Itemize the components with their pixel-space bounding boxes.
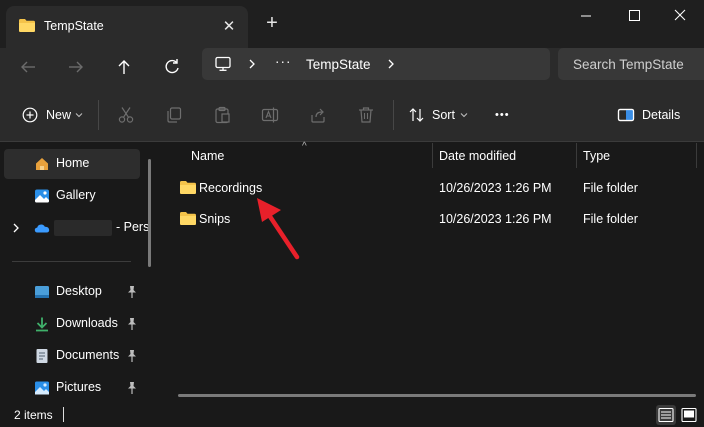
sort-label: Sort xyxy=(432,108,455,122)
desktop-icon xyxy=(35,286,49,298)
chevron-right-icon[interactable] xyxy=(387,59,395,69)
command-bar: New Sort ••• Details xyxy=(0,84,704,142)
search-input[interactable]: Search TempState xyxy=(558,48,704,80)
account-name-redacted xyxy=(54,220,112,236)
list-view-icon xyxy=(658,407,674,423)
sort-icon xyxy=(409,108,424,122)
more-options-button[interactable]: ••• xyxy=(495,103,510,127)
back-icon[interactable] xyxy=(15,54,41,80)
details-button[interactable]: Details xyxy=(617,103,680,127)
maximize-icon[interactable] xyxy=(614,6,654,26)
new-button[interactable]: New xyxy=(22,103,83,127)
breadcrumb-overflow[interactable]: ··· xyxy=(275,54,292,69)
chevron-down-icon xyxy=(75,113,83,118)
chevron-right-icon[interactable] xyxy=(248,59,256,69)
sidebar-item-home[interactable]: Home xyxy=(4,149,140,179)
folder-icon xyxy=(180,212,196,225)
new-tab-button[interactable]: + xyxy=(262,13,282,33)
onedrive-icon xyxy=(34,224,50,233)
navigation-pane: Home Gallery - Pers Desktop Downloads Do… xyxy=(0,143,158,403)
copy-icon[interactable] xyxy=(165,106,183,124)
close-icon[interactable] xyxy=(660,6,700,26)
sidebar-item-label: Documents xyxy=(56,348,120,362)
sidebar-item-downloads[interactable]: Downloads xyxy=(4,309,140,339)
file-date: 10/26/2023 1:26 PM xyxy=(439,181,552,195)
sidebar-item-pictures[interactable]: Pictures xyxy=(4,373,140,403)
toolbar-divider xyxy=(98,100,99,130)
up-icon[interactable] xyxy=(111,54,137,80)
sidebar-item-gallery[interactable]: Gallery xyxy=(4,181,140,211)
minimize-icon[interactable] xyxy=(566,6,606,26)
file-name: Snips xyxy=(199,212,231,226)
new-label: New xyxy=(46,108,72,122)
folder-icon xyxy=(19,19,35,32)
sidebar-item-documents[interactable]: Documents xyxy=(4,341,140,371)
folder-icon xyxy=(180,181,196,194)
pin-icon[interactable] xyxy=(126,381,138,395)
toolbar-divider xyxy=(393,100,394,130)
cut-icon[interactable] xyxy=(117,106,135,124)
pictures-icon xyxy=(35,381,49,395)
status-bar: 2 items xyxy=(0,403,704,427)
sidebar-item-label: Gallery xyxy=(56,188,96,202)
paste-icon[interactable] xyxy=(213,106,231,124)
column-header-date-modified[interactable]: Date modified xyxy=(439,149,516,163)
address-bar[interactable]: ··· TempState xyxy=(202,48,550,80)
downloads-icon xyxy=(36,317,48,332)
column-header-name[interactable]: Name xyxy=(191,149,224,163)
tab-close-icon[interactable]: ✕ xyxy=(219,17,239,37)
details-view-button[interactable] xyxy=(656,405,676,425)
file-name: Recordings xyxy=(199,181,263,195)
sidebar-divider xyxy=(12,261,131,262)
documents-icon xyxy=(36,349,48,363)
refresh-icon[interactable] xyxy=(159,54,185,80)
forward-icon[interactable] xyxy=(63,54,89,80)
delete-icon[interactable] xyxy=(357,106,375,124)
tiles-view-button[interactable] xyxy=(679,405,699,425)
breadcrumb-tempstate[interactable]: TempState xyxy=(306,57,371,72)
sidebar-item-label: Desktop xyxy=(56,284,102,298)
sidebar-item-label: Home xyxy=(56,156,90,170)
sidebar-scrollbar[interactable] xyxy=(148,159,151,267)
preview-view-icon xyxy=(681,407,697,423)
navigation-bar: ··· TempState Search TempState xyxy=(0,48,704,84)
file-date: 10/26/2023 1:26 PM xyxy=(439,212,552,226)
sidebar-item-label: Downloads xyxy=(56,316,118,330)
column-divider[interactable] xyxy=(432,143,433,168)
tab-tempstate[interactable]: TempState ✕ xyxy=(6,6,248,48)
expand-chevron-icon[interactable] xyxy=(12,223,20,233)
chevron-down-icon xyxy=(460,113,468,118)
pin-icon[interactable] xyxy=(126,349,138,363)
details-label: Details xyxy=(642,108,681,122)
this-pc-icon[interactable] xyxy=(214,56,232,72)
status-divider xyxy=(63,407,64,422)
rename-icon[interactable] xyxy=(261,106,279,124)
sort-ascending-icon: ^ xyxy=(302,141,307,152)
search-placeholder: Search TempState xyxy=(573,57,684,72)
file-type: File folder xyxy=(583,181,638,195)
plus-circle-icon xyxy=(22,107,38,123)
sidebar-item-label: Pictures xyxy=(56,380,102,394)
annotation-arrow-icon xyxy=(257,198,300,260)
column-header-type[interactable]: Type xyxy=(583,149,610,163)
sort-button[interactable]: Sort xyxy=(408,103,468,127)
column-divider[interactable] xyxy=(576,143,577,168)
sidebar-item-desktop[interactable]: Desktop xyxy=(4,277,140,307)
sidebar-item-label: - Pers xyxy=(116,220,150,234)
details-pane-icon xyxy=(617,108,635,122)
item-count: 2 items xyxy=(14,408,53,422)
pin-icon[interactable] xyxy=(126,285,138,299)
title-bar: TempState ✕ + xyxy=(0,0,704,48)
sidebar-item-onedrive[interactable]: - Pers xyxy=(4,213,149,243)
share-icon[interactable] xyxy=(309,106,327,124)
file-type: File folder xyxy=(583,212,638,226)
home-icon xyxy=(36,158,48,170)
tab-title: TempState xyxy=(44,19,104,33)
column-divider[interactable] xyxy=(696,143,697,168)
horizontal-scrollbar[interactable] xyxy=(178,394,696,397)
gallery-icon xyxy=(35,189,49,203)
file-list: ^ Name Date modified Type Recordings 10/… xyxy=(162,141,704,403)
pin-icon[interactable] xyxy=(126,317,138,331)
